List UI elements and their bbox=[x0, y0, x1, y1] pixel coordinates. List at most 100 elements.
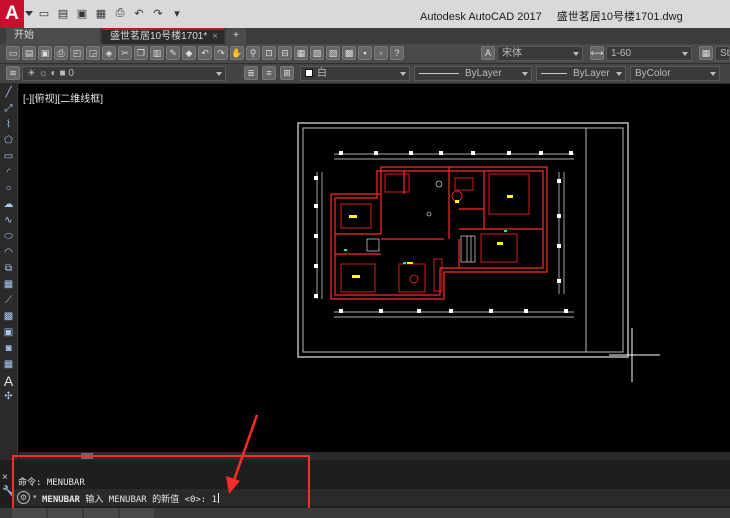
text-style-icon[interactable]: A bbox=[481, 46, 495, 60]
close-icon[interactable]: × bbox=[2, 472, 12, 486]
construction-line-icon[interactable]: ⤢ bbox=[2, 102, 16, 115]
app-menu-chevron-down-icon[interactable] bbox=[25, 11, 33, 16]
new-file-icon[interactable]: ▭ bbox=[36, 5, 52, 21]
design-center-icon[interactable]: ▧ bbox=[310, 46, 324, 60]
paste-icon[interactable]: ▥ bbox=[150, 46, 164, 60]
help-icon[interactable]: ? bbox=[390, 46, 404, 60]
horizontal-scrollbar[interactable] bbox=[19, 452, 730, 460]
layer-select[interactable]: ☀ ☼ ◐ ■ 0 bbox=[22, 66, 226, 81]
layer-properties-icon[interactable]: ≋ bbox=[6, 66, 20, 80]
text-style-select[interactable]: 宋体 bbox=[497, 46, 583, 61]
linetype-chevron-down-icon bbox=[522, 72, 528, 76]
save-icon[interactable]: ▣ bbox=[74, 5, 90, 21]
recent-commands-chevron-down-icon[interactable]: ▾ bbox=[33, 493, 37, 501]
circle-icon[interactable]: ○ bbox=[2, 182, 16, 195]
undo-icon[interactable]: ↶ bbox=[198, 46, 212, 60]
layers-toolbar: ≋ ☀ ☼ ◐ ■ 0 ≣ ≡ ⊞ 白 ByLayer ByLayer ByCo… bbox=[0, 64, 730, 84]
save-icon[interactable]: ▣ bbox=[38, 46, 52, 60]
linetype-select[interactable]: ByLayer bbox=[414, 66, 532, 81]
layer-match-icon[interactable]: ⊞ bbox=[280, 66, 294, 80]
scrollbar-thumb[interactable] bbox=[81, 453, 93, 459]
dim-style-value: 1-60 bbox=[611, 48, 632, 59]
hatch-icon[interactable]: ▩ bbox=[2, 310, 16, 323]
redo-icon[interactable]: ↷ bbox=[214, 46, 228, 60]
copy-icon[interactable]: ❐ bbox=[134, 46, 148, 60]
print-icon[interactable]: ⎙ bbox=[112, 5, 128, 21]
tab-start-label: 开始 bbox=[14, 30, 34, 41]
drawing-inner-frame bbox=[302, 127, 624, 353]
open-folder-icon[interactable]: ▤ bbox=[55, 5, 71, 21]
new-tab-plus-icon[interactable]: + bbox=[226, 28, 246, 44]
revcloud-icon[interactable]: ☁ bbox=[2, 198, 16, 211]
preview-icon[interactable]: ◰ bbox=[70, 46, 84, 60]
room-labels bbox=[344, 230, 507, 264]
insert-block-icon[interactable]: ⧉ bbox=[2, 262, 16, 275]
tab-drawing-label: 盛世茗居10号楼1701* bbox=[110, 31, 208, 42]
match-properties-icon[interactable]: ✎ bbox=[166, 46, 180, 60]
tab-start[interactable]: 开始 bbox=[6, 28, 100, 44]
save-as-icon[interactable]: ▦ bbox=[93, 5, 109, 21]
table-style-value: Sta bbox=[720, 48, 730, 59]
drawing-area[interactable]: [-][俯视][二维线框] bbox=[19, 84, 730, 452]
redo-icon[interactable]: ↷ bbox=[150, 5, 166, 21]
linetype-preview bbox=[419, 72, 459, 74]
publish-icon[interactable]: ◲ bbox=[86, 46, 100, 60]
ellipse-arc-icon[interactable]: ◠ bbox=[2, 246, 16, 259]
polyline-icon[interactable]: ⌇ bbox=[2, 118, 16, 131]
gradient-icon[interactable]: ▣ bbox=[2, 326, 16, 339]
table-icon[interactable]: ▦ bbox=[2, 358, 16, 371]
plot-icon[interactable]: ⎙ bbox=[54, 46, 68, 60]
command-input[interactable]: ⚙ ▾ MENUBAR 输入 MENUBAR 的新值 <0>: 1 bbox=[14, 489, 730, 506]
zoom-window-icon[interactable]: ⊡ bbox=[262, 46, 276, 60]
app-name: Autodesk AutoCAD 2017 bbox=[420, 11, 542, 23]
layer-previous-icon[interactable]: ≡ bbox=[262, 66, 276, 80]
calculator-icon[interactable]: ▫ bbox=[374, 46, 388, 60]
tool-palettes-icon[interactable]: ▨ bbox=[326, 46, 340, 60]
plot-style-select[interactable]: ByColor bbox=[630, 66, 720, 81]
autocad-logo-icon[interactable]: A bbox=[0, 0, 24, 28]
dim-style-select[interactable]: 1-60 bbox=[606, 46, 692, 61]
make-block-icon[interactable]: ▦ bbox=[2, 278, 16, 291]
command-input-value[interactable]: 1 bbox=[212, 495, 217, 505]
add-selected-icon[interactable]: ✣ bbox=[2, 390, 16, 403]
layout-tab-bar bbox=[0, 508, 730, 518]
pan-icon[interactable]: ✋ bbox=[230, 46, 244, 60]
mtext-icon[interactable]: A bbox=[2, 373, 16, 389]
table-style-icon[interactable]: ▦ bbox=[699, 46, 713, 60]
arc-icon[interactable]: ◜ bbox=[2, 166, 16, 179]
rectangle-icon[interactable]: ▭ bbox=[2, 150, 16, 163]
sheet-set-icon[interactable]: ▩ bbox=[342, 46, 356, 60]
cut-icon[interactable]: ✂ bbox=[118, 46, 132, 60]
layout-tab-model[interactable] bbox=[12, 508, 46, 518]
qnew-icon[interactable]: ▭ bbox=[6, 46, 20, 60]
line-icon[interactable]: ╱ bbox=[2, 86, 16, 99]
zoom-realtime-icon[interactable]: ⚲ bbox=[246, 46, 260, 60]
spline-icon[interactable]: ∿ bbox=[2, 214, 16, 227]
make-current-icon[interactable]: ≣ bbox=[244, 66, 258, 80]
standard-toolbar: ▭ ▤ ▣ ⎙ ◰ ◲ ◈ ✂ ❐ ▥ ✎ ◆ ↶ ↷ ✋ ⚲ ⊡ ⊟ ▦ ▧ … bbox=[0, 44, 730, 64]
properties-icon[interactable]: ▦ bbox=[294, 46, 308, 60]
open-icon[interactable]: ▤ bbox=[22, 46, 36, 60]
polygon-icon[interactable]: ⬠ bbox=[2, 134, 16, 147]
customize-chevron-down-icon[interactable]: ▾ bbox=[169, 5, 185, 21]
point-icon[interactable]: ⟋ bbox=[2, 294, 16, 307]
command-icon[interactable]: ⚙ bbox=[17, 491, 30, 504]
wrench-icon[interactable]: 🔧 bbox=[2, 486, 14, 500]
ellipse-icon[interactable]: ⬭ bbox=[2, 230, 16, 243]
undo-icon[interactable]: ↶ bbox=[131, 5, 147, 21]
zoom-previous-icon[interactable]: ⊟ bbox=[278, 46, 292, 60]
region-icon[interactable]: ◙ bbox=[2, 342, 16, 355]
quick-access-toolbar: ▭ ▤ ▣ ▦ ⎙ ↶ ↷ ▾ bbox=[36, 5, 185, 21]
3d-print-icon[interactable]: ◈ bbox=[102, 46, 116, 60]
layout-tab-3[interactable] bbox=[120, 508, 154, 518]
table-style-select[interactable]: Sta bbox=[715, 46, 730, 61]
markup-icon[interactable]: ▪ bbox=[358, 46, 372, 60]
tab-close-icon[interactable]: × bbox=[212, 30, 218, 44]
block-editor-icon[interactable]: ◆ bbox=[182, 46, 196, 60]
lineweight-select[interactable]: ByLayer bbox=[536, 66, 626, 81]
dim-style-icon[interactable]: ⟷ bbox=[590, 46, 604, 60]
layout-tab-2[interactable] bbox=[84, 508, 118, 518]
layout-tab-1[interactable] bbox=[48, 508, 82, 518]
tab-drawing[interactable]: 盛世茗居10号楼1701* × bbox=[102, 28, 224, 44]
color-select[interactable]: 白 bbox=[300, 66, 410, 81]
